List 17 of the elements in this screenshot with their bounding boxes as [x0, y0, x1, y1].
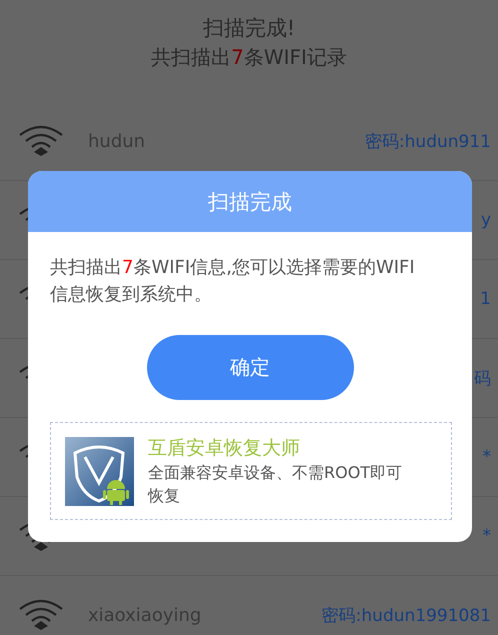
promo-banner[interactable]: 互盾安卓恢复大师 全面兼容安卓设备、不需ROOT即可恢复 — [50, 422, 452, 520]
network-password: 码 — [474, 368, 491, 390]
app-logo-icon — [65, 436, 134, 506]
network-password: * — [482, 447, 491, 467]
wifi-icon — [18, 599, 64, 631]
network-password: * — [482, 526, 491, 546]
promo-title: 互盾安卓恢复大师 — [148, 436, 301, 461]
network-password: 密码:hudun911 — [364, 130, 491, 152]
scan-title: 扫描完成! — [202, 15, 296, 42]
dialog-title: 扫描完成 — [28, 171, 472, 232]
scan-summary: 共扫描出7条WIFI记录 — [151, 44, 347, 71]
dialog-message: 共扫描出7条WIFI信息,您可以选择需要的WIFI信息恢复到系统中。 — [49, 256, 416, 307]
network-password: 密码:hudun1991081 — [322, 604, 491, 626]
promo-description: 全面兼容安卓设备、不需ROOT即可恢复 — [148, 462, 404, 507]
wifi-icon — [18, 125, 64, 157]
network-password: 1 — [480, 289, 491, 309]
network-password: y — [480, 210, 491, 230]
